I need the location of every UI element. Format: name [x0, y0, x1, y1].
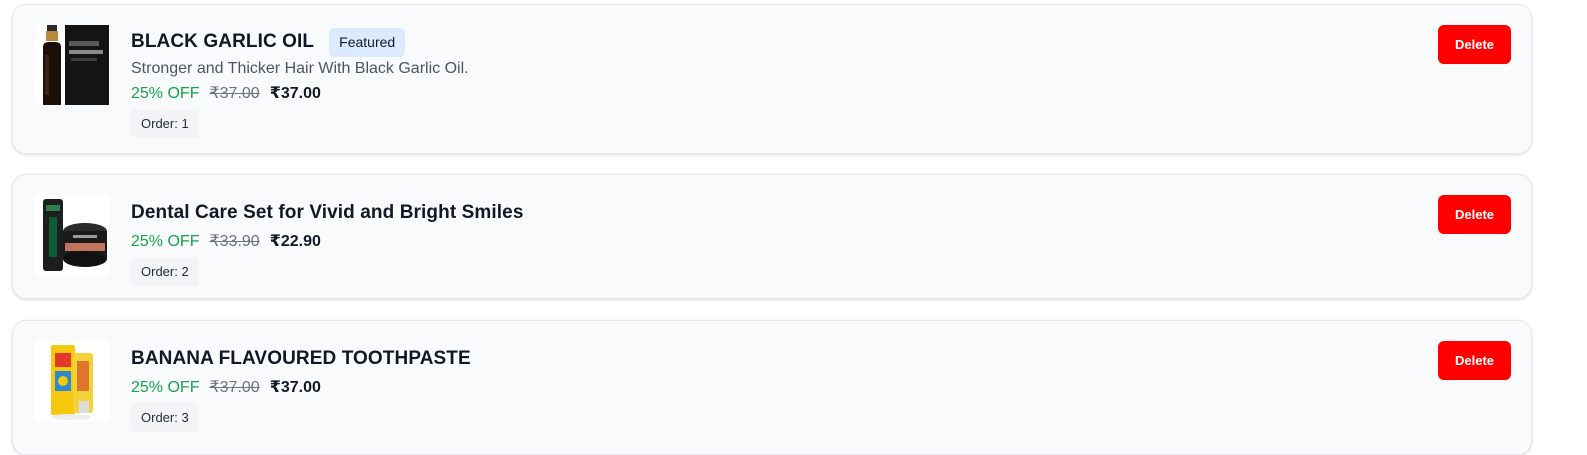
product-image	[35, 25, 109, 105]
product-title: BANANA FLAVOURED TOOTHPASTE	[131, 348, 471, 369]
product-info: BLACK GARLIC OIL Featured Stronger and T…	[131, 27, 1411, 138]
discount-label: 25% OFF	[131, 85, 200, 102]
sale-price: ₹37.00	[269, 85, 321, 102]
product-title: Dental Care Set for Vivid and Bright Smi…	[131, 202, 524, 223]
discount-label: 25% OFF	[131, 233, 200, 250]
discount-label: 25% OFF	[131, 379, 200, 396]
product-card: BLACK GARLIC OIL Featured Stronger and T…	[12, 4, 1532, 154]
original-price: ₹37.00	[209, 85, 260, 102]
price-row: 25% OFF ₹37.00 ₹37.00	[131, 80, 1411, 107]
product-image	[35, 195, 109, 275]
price-row: 25% OFF ₹37.00 ₹37.00	[131, 374, 1411, 401]
original-price: ₹37.00	[209, 379, 260, 396]
product-title: BLACK GARLIC OIL	[131, 31, 315, 52]
order-chip: Order: 3	[131, 403, 199, 432]
product-description: Stronger and Thicker Hair With Black Gar…	[131, 60, 469, 77]
order-chip: Order: 1	[131, 109, 199, 138]
product-info: Dental Care Set for Vivid and Bright Smi…	[131, 198, 1411, 286]
delete-button[interactable]: Delete	[1438, 25, 1511, 64]
sale-price: ₹22.90	[269, 233, 321, 250]
original-price: ₹33.90	[209, 233, 260, 250]
featured-badge: Featured	[329, 27, 406, 57]
delete-button[interactable]: Delete	[1438, 195, 1511, 234]
product-info: BANANA FLAVOURED TOOTHPASTE 25% OFF ₹37.…	[131, 344, 1411, 432]
order-chip: Order: 2	[131, 257, 199, 286]
product-image	[35, 341, 109, 421]
delete-button[interactable]: Delete	[1438, 341, 1511, 380]
product-card: BANANA FLAVOURED TOOTHPASTE 25% OFF ₹37.…	[12, 320, 1532, 455]
product-card: Dental Care Set for Vivid and Bright Smi…	[12, 174, 1532, 299]
sale-price: ₹37.00	[269, 379, 321, 396]
price-row: 25% OFF ₹33.90 ₹22.90	[131, 228, 1411, 255]
